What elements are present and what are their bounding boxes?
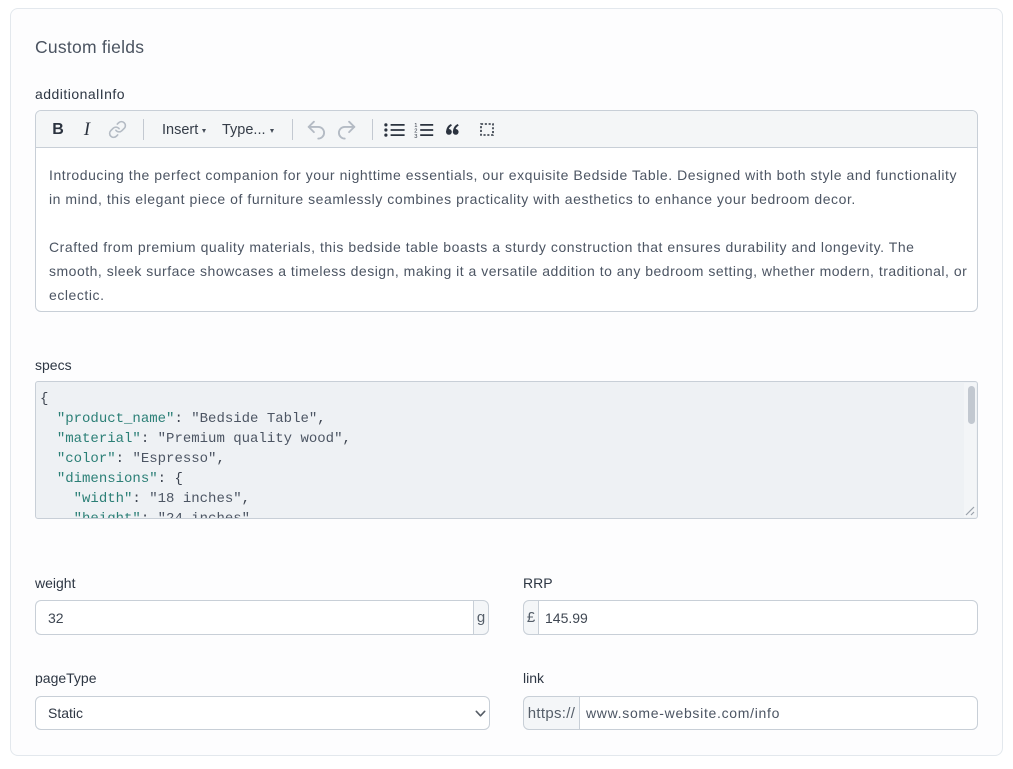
- svg-text:3: 3: [414, 133, 417, 137]
